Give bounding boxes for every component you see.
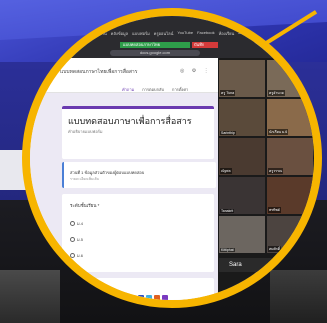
screen-capture: สำนักงาน คลังข้อมูล แบบฟอร์ม ครูออนไลน์ … [30,16,314,300]
participant-tile[interactable]: พรทิพย์ [267,177,313,214]
app-icon[interactable] [162,295,168,300]
participant-tile[interactable]: ครู Tuna [219,60,265,97]
question-title: ชื่อ-สกุล * [70,285,89,290]
browser-tab[interactable]: YouTube [177,30,193,38]
browser-tabstrip: สำนักงาน คลังข้อมูล แบบฟอร์ม ครูออนไลน์ … [90,30,248,38]
participant-name: ครูวรรณ [268,168,284,174]
section-description: รายละเอียดเพิ่มเติม [70,177,100,181]
participant-tile[interactable]: นักเรียน ม.6 [267,99,313,136]
participant-tile[interactable]: Kittiphat [219,216,265,253]
radio-icon[interactable] [70,253,75,259]
active-tab[interactable]: แบบทดสอบภาษาไทย [120,42,190,48]
radio-option[interactable]: ม.5 [70,236,83,243]
participant-name: Sarinthip [220,131,236,135]
participant-tile[interactable]: ครูอำนวย [267,60,313,97]
app-icon[interactable] [154,295,160,300]
browser-tab[interactable]: Zoom [238,30,248,38]
option-label: ม.4 [77,221,83,226]
browser-tab[interactable]: แบบฟอร์ม [132,30,150,38]
participant-tile[interactable]: สมศักดิ์ [267,216,313,253]
radio-icon[interactable] [70,221,75,227]
address-bar[interactable]: docs.google.com [110,50,200,56]
participant-name-tile[interactable]: Sara [219,258,313,272]
option-label: ม.5 [77,237,83,242]
participant-name: นักเรียน ม.6 [268,129,289,135]
radio-option[interactable]: ม.6 [70,252,83,259]
browser-tab[interactable]: คลังข้อมูล [111,30,128,38]
app-icon[interactable] [146,295,152,300]
section-title[interactable]: ส่วนที่ 1 ข้อมูลส่วนตัวของผู้ตอบแบบทดสอบ [70,169,144,176]
browser-tab[interactable]: Facebook [197,30,215,38]
app-icon[interactable] [138,295,144,300]
participant-name: Tanakrit [220,209,235,213]
browser-tab[interactable]: สำนักงาน [90,30,107,38]
participant-name: พรทิพย์ [268,207,281,213]
participant-tile[interactable]: Sarinthip [219,99,265,136]
magnifier-circle: สำนักงาน คลังข้อมูล แบบฟอร์ม ครูออนไลน์ … [22,8,322,308]
question-title: ระดับชั้นเรียน * [70,203,100,208]
participant-name: สมศักดิ์ [268,246,282,252]
option-label: ม.6 [77,253,83,258]
app-icon[interactable] [130,295,136,300]
record-button[interactable]: บันทึก [192,42,218,48]
participant-name: ครูอำนวย [268,90,285,96]
participant-name: ณัฐพล [220,168,232,174]
form-document-title[interactable]: แบบทดสอบภาษาไทยเพื่อการสื่อสาร [60,68,137,76]
participant-name: ครู Tuna [220,90,236,96]
radio-icon[interactable] [70,237,75,243]
participant-tile[interactable]: Tanakrit [219,177,265,214]
video-gallery-panel: ครู Tuna ครูอำนวย Sarinthip นักเรียน ม.6… [218,58,314,300]
radio-option[interactable]: ม.4 [70,220,83,227]
form-title[interactable]: แบบทดสอบภาษาเพื่อการสื่อสาร [68,114,192,128]
form-description[interactable]: คำอธิบายแบบฟอร์ม [68,128,103,135]
participant-tile[interactable]: ครูวรรณ [267,138,313,175]
browser-tab[interactable]: ห้องเรียน [219,30,235,38]
header-icons[interactable]: ◎ ⚙ ⋮ [180,68,212,74]
participant-tile[interactable]: ณัฐพล [219,138,265,175]
participant-name: Kittiphat [220,248,235,252]
browser-tab[interactable]: ครูออนไลน์ [154,30,174,38]
